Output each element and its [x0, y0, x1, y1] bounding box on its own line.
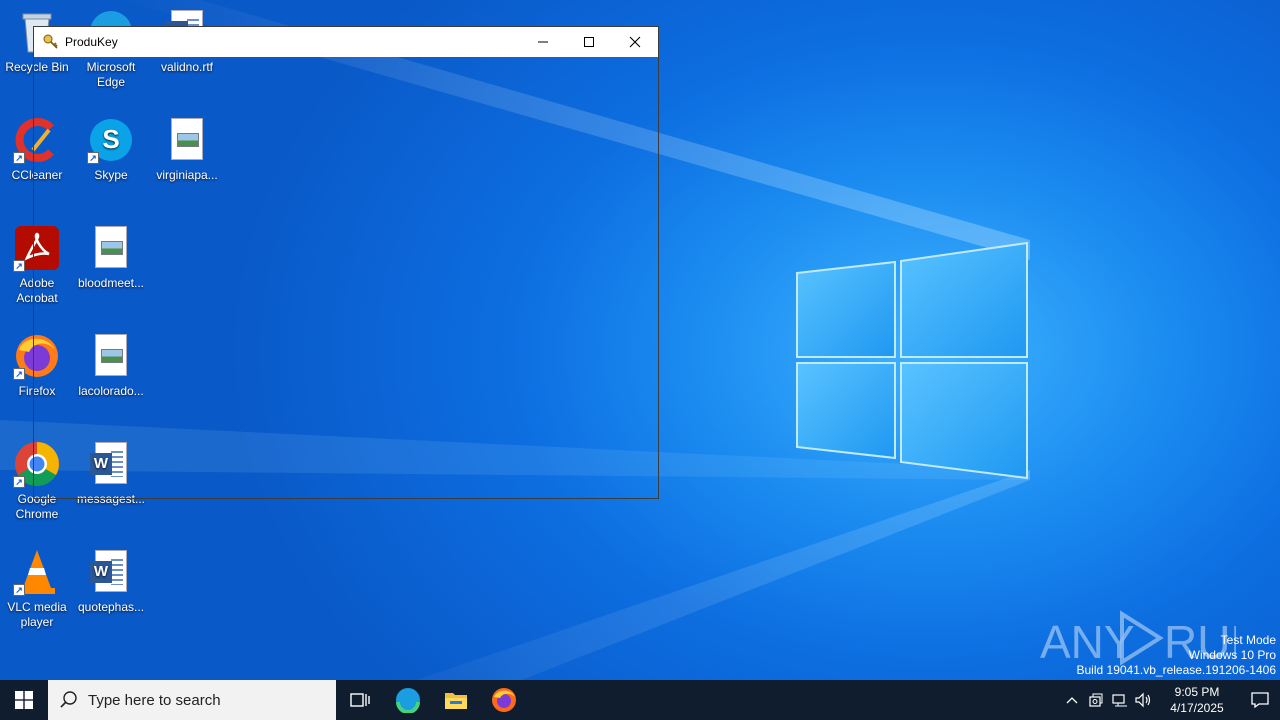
search-box[interactable]: Type here to search: [48, 680, 336, 720]
close-icon: [629, 36, 641, 48]
tray-security-button[interactable]: [1084, 680, 1108, 720]
watermark-edition: Windows 10 Pro: [1188, 648, 1276, 662]
search-icon: [60, 691, 77, 708]
window-titlebar[interactable]: ProduKey: [34, 27, 658, 57]
task-view-button[interactable]: [336, 680, 384, 720]
close-button[interactable]: [612, 27, 658, 57]
system-tray: 9:05 PM 4/17/2025: [1060, 680, 1280, 720]
tray-network-button[interactable]: [1108, 680, 1132, 720]
edge-icon: [396, 688, 420, 713]
word-document-icon: W: [87, 548, 135, 596]
produkey-key-icon: [43, 34, 59, 50]
shortcut-arrow-icon: ↗: [13, 260, 25, 272]
desktop-icon-quotephas[interactable]: W quotephas...: [73, 548, 149, 615]
firefox-icon: [492, 688, 516, 712]
taskbar-file-explorer-button[interactable]: [432, 680, 480, 720]
desktop-icon-label: quotephas...: [77, 600, 145, 614]
clock-date: 4/17/2025: [1170, 701, 1224, 715]
tray-volume-button[interactable]: [1132, 680, 1156, 720]
desktop-icon-label: VLC media player: [7, 600, 67, 629]
shortcut-arrow-icon: ↗: [13, 476, 25, 488]
start-button[interactable]: [0, 680, 48, 720]
window-title: ProduKey: [65, 35, 118, 49]
notification-icon: [1251, 692, 1269, 709]
taskbar-clock[interactable]: 9:05 PM 4/17/2025: [1162, 684, 1232, 716]
system-watermark: Test Mode Windows 10 Pro Build 19041.vb_…: [1077, 633, 1277, 678]
minimize-button[interactable]: [520, 27, 566, 57]
action-center-button[interactable]: [1240, 680, 1280, 720]
search-placeholder: Type here to search: [88, 691, 221, 709]
task-view-icon: [350, 693, 370, 707]
shortcut-arrow-icon: ↗: [13, 584, 25, 596]
produkey-window[interactable]: ProduKey: [33, 26, 659, 499]
clock-time: 9:05 PM: [1174, 685, 1220, 699]
taskbar-edge-button[interactable]: [384, 680, 432, 720]
vlc-cone-icon: ↗: [13, 548, 61, 596]
shortcut-arrow-icon: ↗: [13, 152, 25, 164]
device-security-icon: [1089, 693, 1103, 707]
taskbar: Type here to search 9:05 PM 4/17/2025: [0, 680, 1280, 720]
show-hidden-icons-button[interactable]: [1060, 680, 1084, 720]
maximize-button[interactable]: [566, 27, 612, 57]
taskbar-firefox-button[interactable]: [480, 680, 528, 720]
watermark-test-mode: Test Mode: [1220, 633, 1276, 647]
minimize-icon: [538, 41, 548, 43]
file-explorer-icon: [445, 693, 467, 709]
volume-icon: [1135, 692, 1151, 708]
windows-logo-icon: [15, 691, 33, 709]
watermark-build: Build 19041.vb_release.191206-1406: [1076, 663, 1277, 677]
desktop-icon-vlc-media-player[interactable]: ↗ VLC media player: [0, 548, 75, 630]
shortcut-arrow-icon: ↗: [13, 368, 25, 380]
network-icon: [1112, 694, 1127, 707]
maximize-icon: [584, 37, 594, 47]
chevron-up-icon: [1066, 697, 1078, 704]
